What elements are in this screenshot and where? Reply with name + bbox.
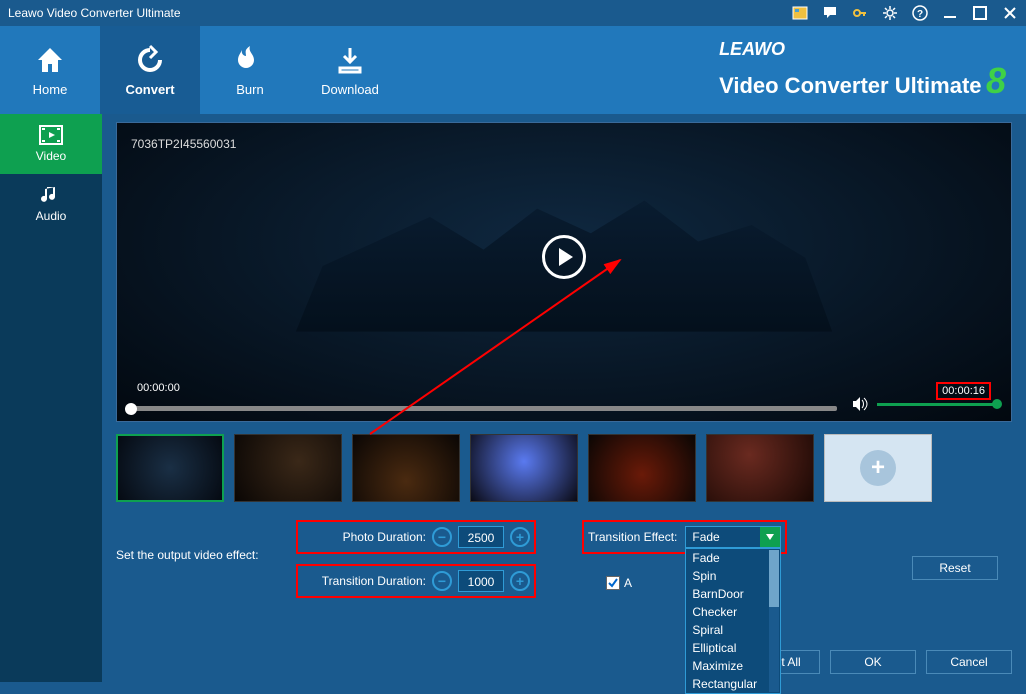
minimize-icon[interactable]: [942, 5, 958, 21]
sidebar-audio-label: Audio: [36, 209, 67, 223]
reset-button[interactable]: Reset: [912, 556, 998, 580]
dropdown-option[interactable]: BarnDoor: [686, 585, 780, 603]
thumbnail-4[interactable]: [470, 434, 578, 502]
thumbnail-strip: +: [116, 434, 1012, 502]
gear-icon[interactable]: [882, 5, 898, 21]
photo-duration-decrement[interactable]: −: [432, 527, 452, 547]
nav-burn[interactable]: Burn: [200, 26, 300, 114]
nav-convert-label: Convert: [125, 82, 174, 97]
preview-id: 7036TP2I45560031: [131, 137, 236, 151]
thumbnail-1[interactable]: [116, 434, 224, 502]
seek-handle[interactable]: [125, 403, 137, 415]
play-button[interactable]: [542, 235, 586, 279]
thumbnail-6[interactable]: [706, 434, 814, 502]
comment-icon[interactable]: [822, 5, 838, 21]
bottom-bar: Reset All OK Cancel: [116, 638, 1012, 674]
download-icon: [334, 44, 366, 76]
settings-panel: Set the output video effect: Photo Durat…: [116, 520, 1012, 598]
cancel-button[interactable]: Cancel: [926, 650, 1012, 674]
sidebar: Video Audio: [0, 114, 102, 682]
convert-icon: [134, 44, 166, 76]
brand-leawo: LEAWO: [719, 39, 785, 59]
photo-duration-increment[interactable]: +: [510, 527, 530, 547]
photo-duration-label: Photo Duration:: [302, 530, 426, 544]
dropdown-selected: Fade: [692, 530, 719, 544]
dropdown-option[interactable]: Spiral: [686, 621, 780, 639]
close-icon[interactable]: [1002, 5, 1018, 21]
titlebar-title: Leawo Video Converter Ultimate: [8, 6, 792, 20]
brand-version: 8: [986, 60, 1006, 101]
dropdown-option[interactable]: Maximize: [686, 657, 780, 675]
transition-duration-increment[interactable]: +: [510, 571, 530, 591]
home-icon: [34, 44, 66, 76]
maximize-icon[interactable]: [972, 5, 988, 21]
video-preview: 7036TP2I45560031 00:00:00 00:00:16: [116, 122, 1012, 422]
brand-main: Video Converter Ultimate: [719, 73, 981, 98]
video-icon: [39, 125, 63, 145]
nav-download[interactable]: Download: [300, 26, 400, 114]
transition-duration-decrement[interactable]: −: [432, 571, 452, 591]
dropdown-scrollbar[interactable]: [769, 550, 779, 692]
add-thumbnail-button[interactable]: +: [824, 434, 932, 502]
top-nav: Home Convert Burn Download LEAWO Video C…: [0, 26, 1026, 114]
nav-convert[interactable]: Convert: [100, 26, 200, 114]
thumbnail-3[interactable]: [352, 434, 460, 502]
seek-bar[interactable]: [131, 406, 837, 411]
thumbnail-5[interactable]: [588, 434, 696, 502]
chevron-down-icon: [760, 527, 780, 547]
nav-home-label: Home: [33, 82, 68, 97]
transition-effect-area: Transition Effect: Fade Fade Spin BarnDo…: [582, 520, 787, 554]
transition-duration-label: Transition Duration:: [302, 574, 426, 588]
content: 7036TP2I45560031 00:00:00 00:00:16: [102, 114, 1026, 682]
transition-duration-value[interactable]: 1000: [458, 570, 504, 592]
audio-icon: [39, 185, 63, 205]
nav-home[interactable]: Home: [0, 26, 100, 114]
volume-bar[interactable]: [877, 403, 997, 406]
sidebar-item-video[interactable]: Video: [0, 114, 102, 174]
dropdown-list: Fade Spin BarnDoor Checker Spiral Ellipt…: [685, 548, 781, 694]
play-icon: [559, 248, 573, 266]
plus-icon: +: [860, 450, 896, 486]
apply-checkbox[interactable]: [606, 576, 620, 590]
transition-effect-dropdown[interactable]: Fade Fade Spin BarnDoor Checker Spiral E…: [685, 526, 781, 548]
nav-download-label: Download: [321, 82, 379, 97]
dropdown-option[interactable]: Fade: [686, 549, 780, 567]
brand: LEAWO Video Converter Ultimate 8: [400, 26, 1026, 114]
transition-duration-row: Transition Duration: − 1000 +: [296, 564, 536, 598]
time-current: 00:00:00: [137, 382, 180, 400]
sidebar-item-audio[interactable]: Audio: [0, 174, 102, 234]
help-icon[interactable]: ?: [912, 5, 928, 21]
transition-effect-label: Transition Effect:: [588, 526, 677, 544]
dropdown-option[interactable]: Elliptical: [686, 639, 780, 657]
volume-icon[interactable]: [851, 395, 869, 413]
dropdown-option[interactable]: Rectangular: [686, 675, 780, 693]
check-icon: [608, 578, 618, 588]
nav-burn-label: Burn: [236, 82, 263, 97]
svg-text:?: ?: [917, 9, 923, 20]
burn-icon: [234, 44, 266, 76]
ok-button[interactable]: OK: [830, 650, 916, 674]
gallery-icon[interactable]: [792, 5, 808, 21]
dropdown-option[interactable]: Spin: [686, 567, 780, 585]
apply-label: A: [624, 576, 632, 590]
apply-checkbox-area: A: [606, 576, 632, 590]
sidebar-video-label: Video: [36, 149, 66, 163]
titlebar: Leawo Video Converter Ultimate ?: [0, 0, 1026, 26]
key-icon[interactable]: [852, 5, 868, 21]
thumbnail-2[interactable]: [234, 434, 342, 502]
settings-label: Set the output video effect:: [116, 520, 280, 562]
photo-duration-row: Photo Duration: − 2500 +: [296, 520, 536, 554]
dropdown-option[interactable]: Checker: [686, 603, 780, 621]
photo-duration-value[interactable]: 2500: [458, 526, 504, 548]
volume-handle[interactable]: [992, 399, 1002, 409]
titlebar-actions: ?: [792, 5, 1018, 21]
